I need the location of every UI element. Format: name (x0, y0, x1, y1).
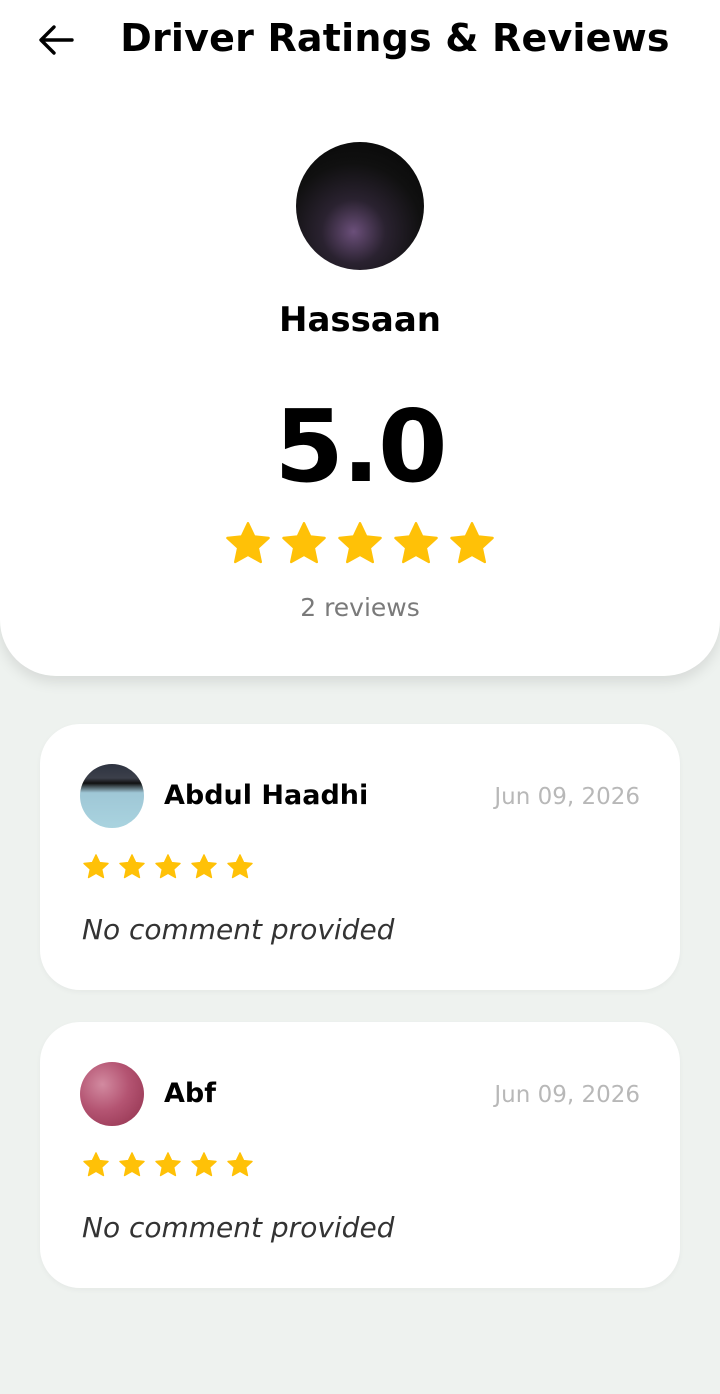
driver-summary-card: Driver Ratings & Reviews Hassaan 5.0 2 r… (0, 0, 720, 676)
star-icon (450, 522, 494, 564)
arrow-left-icon (39, 25, 74, 55)
review-card: Abdul Haadhi Jun 09, 2026 No comment pro… (40, 724, 680, 990)
review-card: Abf Jun 09, 2026 No comment provided (40, 1022, 680, 1288)
page-title: Driver Ratings & Reviews (120, 16, 670, 60)
star-icon (394, 522, 438, 564)
driver-avatar (296, 142, 424, 270)
back-button[interactable] (32, 18, 80, 62)
star-icon (155, 854, 181, 879)
review-date: Jun 09, 2026 (494, 784, 640, 810)
review-count: 2 reviews (300, 593, 420, 622)
average-rating: 5.0 (274, 388, 447, 505)
review-stars (82, 1151, 254, 1179)
star-icon (191, 1152, 217, 1177)
review-stars (82, 853, 254, 881)
driver-name: Hassaan (279, 300, 441, 340)
star-icon (338, 522, 382, 564)
star-icon (119, 1152, 145, 1177)
avatar (80, 764, 144, 828)
star-icon (191, 854, 217, 879)
star-icon (83, 854, 109, 879)
reviewer-name: Abf (164, 1078, 216, 1109)
star-icon (83, 1152, 109, 1177)
reviewer-name: Abdul Haadhi (164, 780, 369, 811)
star-icon (155, 1152, 181, 1177)
star-icon (227, 1152, 253, 1177)
star-icon (226, 522, 270, 564)
star-icon (282, 522, 326, 564)
review-date: Jun 09, 2026 (494, 1082, 640, 1108)
avatar (80, 1062, 144, 1126)
review-comment: No comment provided (82, 913, 395, 946)
average-rating-stars (0, 520, 720, 568)
star-icon (227, 854, 253, 879)
review-comment: No comment provided (82, 1211, 395, 1244)
star-icon (119, 854, 145, 879)
